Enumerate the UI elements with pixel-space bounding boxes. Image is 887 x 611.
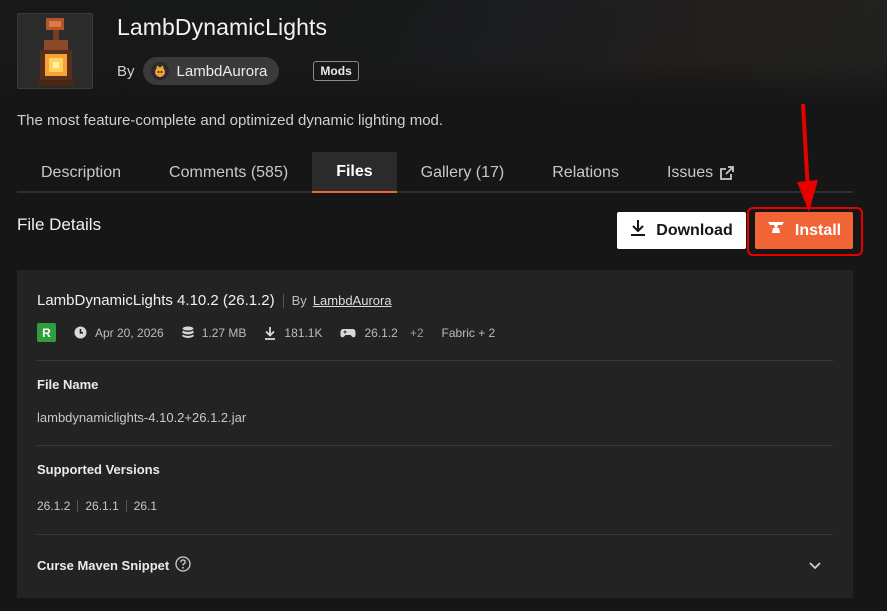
download-count-icon [265, 326, 276, 340]
divider [37, 360, 833, 361]
tab-issues[interactable]: Issues [643, 152, 759, 193]
tab-files[interactable]: Files [312, 152, 397, 193]
file-name-value: lambdynamiclights-4.10.2+26.1.2.jar [37, 410, 247, 425]
download-icon [630, 219, 646, 242]
external-link-icon [719, 165, 735, 181]
uploader-link[interactable]: LambdAurora [313, 293, 392, 308]
meta-size: 1.27 MB [182, 326, 246, 340]
database-icon [182, 326, 194, 338]
divider [37, 445, 833, 446]
version-item: 26.1 [133, 499, 158, 513]
meta-loader: Fabric + 2 [441, 325, 496, 340]
download-label: Download [656, 221, 733, 239]
title-separator [282, 293, 284, 308]
clock-icon [74, 326, 87, 339]
red-arrow-annotation [797, 103, 818, 212]
maven-snippet-toggle[interactable]: Curse Maven Snippet [37, 556, 191, 575]
release-type-badge: R [37, 323, 56, 342]
mod-logo [17, 13, 93, 89]
chevron-down-icon[interactable] [807, 557, 823, 573]
help-icon[interactable] [175, 556, 191, 575]
author-avatar-icon [150, 62, 169, 80]
tab-bar: Description Comments (585) Files Gallery… [17, 152, 853, 193]
file-meta-row: R Apr 20, 2026 1.27 MB 181.1K 26.1.2 +2 … [37, 323, 513, 342]
by-label: By [117, 62, 135, 80]
gamepad-icon [340, 328, 357, 337]
version-separator [77, 500, 79, 512]
mod-title: LambDynamicLights [117, 14, 328, 40]
version-item: 26.1.1 [85, 499, 119, 513]
tab-comments[interactable]: Comments (585) [145, 152, 312, 193]
file-display-name: LambDynamicLights 4.10.2 (26.1.2) [37, 292, 275, 309]
install-button[interactable]: Install [755, 212, 853, 249]
download-button[interactable]: Download [617, 212, 746, 249]
file-details-card: LambDynamicLights 4.10.2 (26.1.2) By Lam… [17, 270, 853, 598]
file-details-heading: File Details [17, 215, 102, 234]
version-separator [125, 500, 127, 512]
file-name-label: File Name [37, 377, 99, 392]
file-title-row: LambDynamicLights 4.10.2 (26.1.2) By Lam… [37, 292, 392, 309]
author-link[interactable]: LambdAurora [142, 57, 280, 85]
lantern-icon [38, 18, 74, 86]
anvil-icon [767, 221, 785, 240]
meta-game-version: 26.1.2 +2 [340, 326, 424, 340]
meta-date: Apr 20, 2026 [74, 326, 164, 340]
tab-relations[interactable]: Relations [528, 152, 643, 193]
category-badge[interactable]: Mods [313, 61, 359, 81]
install-label: Install [794, 221, 842, 239]
divider [37, 534, 833, 535]
author-name: LambdAurora [176, 62, 268, 80]
supported-versions-list: 26.1.2 26.1.1 26.1 [37, 499, 157, 513]
mod-summary: The most feature-complete and optimized … [17, 112, 444, 129]
supported-versions-label: Supported Versions [37, 462, 160, 477]
tab-description[interactable]: Description [17, 152, 145, 193]
author-row: By LambdAurora Mods [117, 57, 359, 85]
uploader-by-label: By [291, 293, 307, 308]
maven-snippet-label: Curse Maven Snippet [37, 558, 170, 573]
version-item: 26.1.2 [37, 499, 71, 513]
tab-gallery[interactable]: Gallery (17) [397, 152, 529, 193]
meta-downloads: 181.1K [264, 326, 322, 340]
